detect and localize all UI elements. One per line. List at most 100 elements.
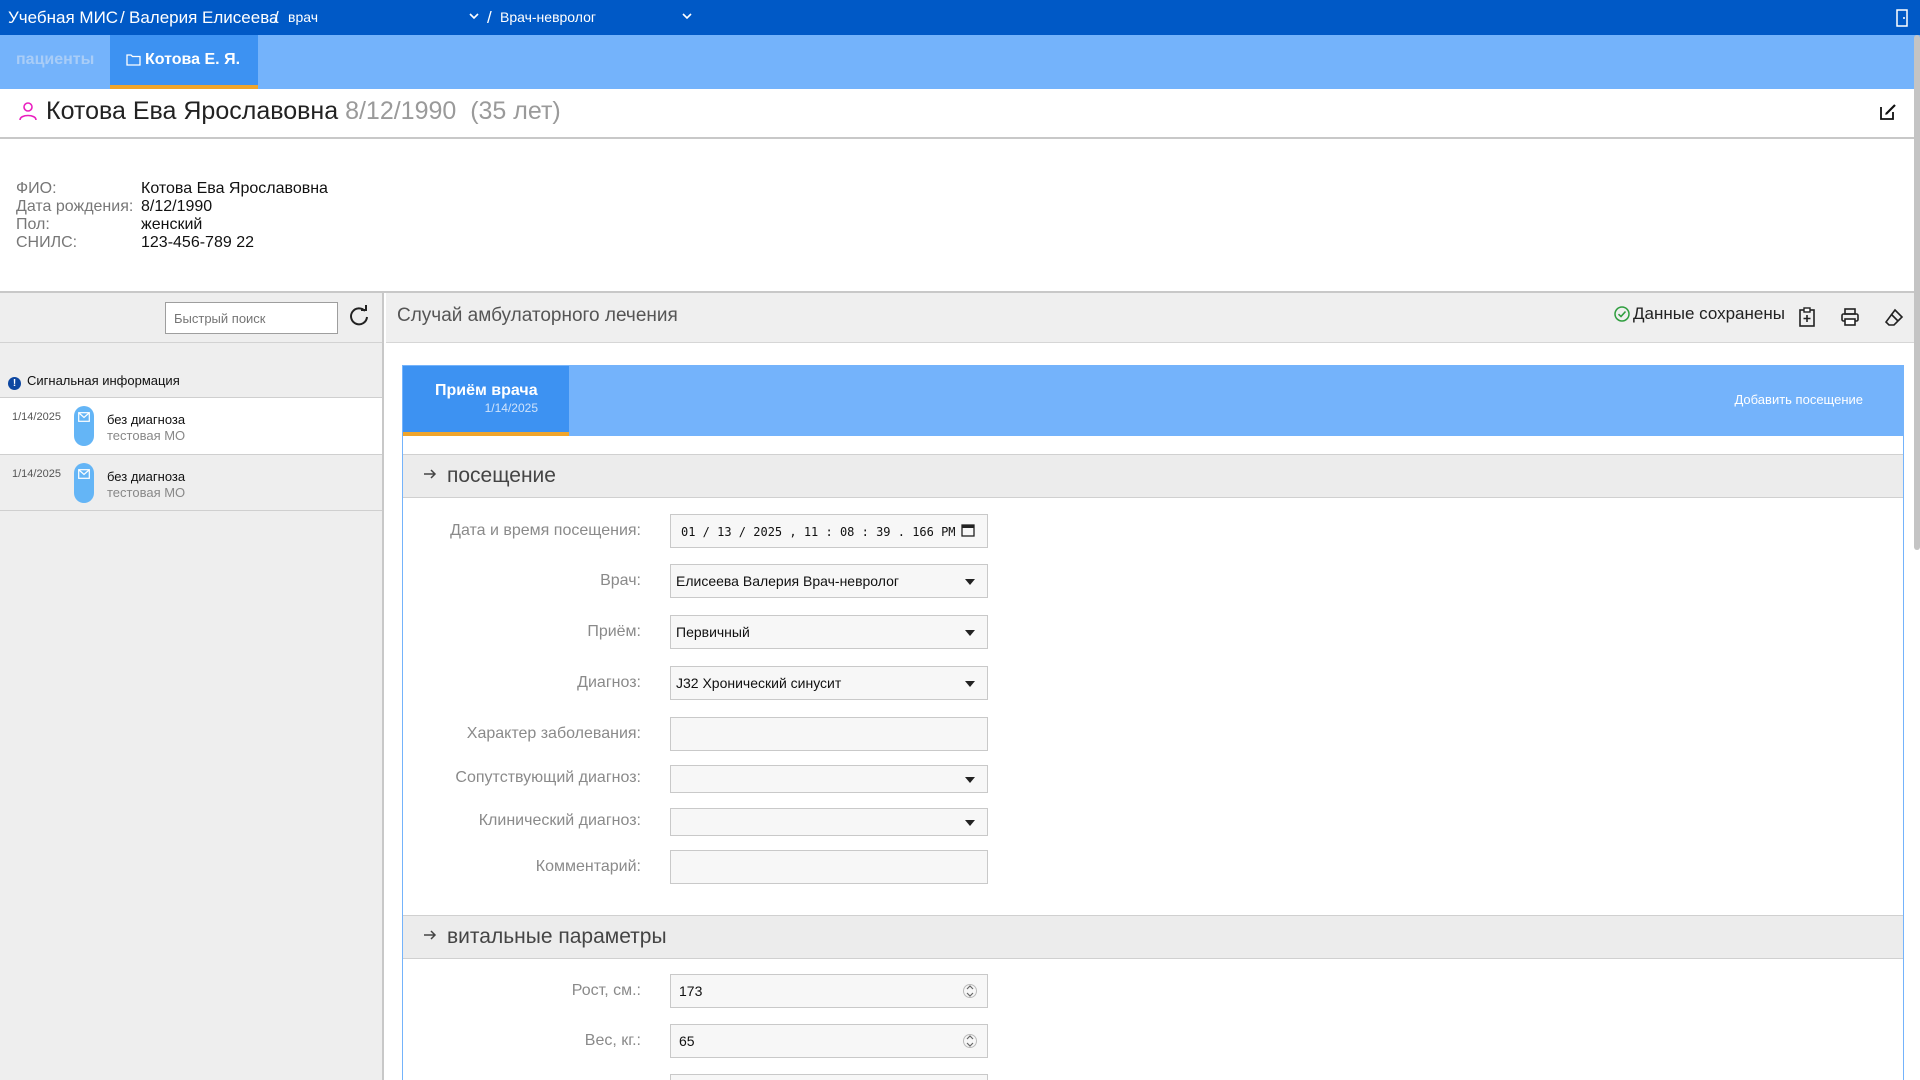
visits-sidebar: ! Сигнальная информация 1/14/2025 без диа…	[0, 293, 384, 1080]
concomitant-diagnosis-select[interactable]	[670, 765, 988, 793]
case-toolbar: Случай амбулаторного лечения Данные сохр…	[386, 293, 1918, 343]
speciality-select[interactable]: Врач-невролог	[500, 9, 596, 25]
patient-info-row: Дата рождения: 8/12/1990	[16, 198, 328, 216]
visit-status-pill	[74, 406, 94, 446]
visit-list-item[interactable]: 1/14/2025 без диагноза тестовая МО	[0, 454, 382, 511]
reception-value: Первичный	[676, 624, 750, 640]
weight-value: 65	[679, 1033, 695, 1049]
info-icon: !	[8, 377, 21, 390]
reception-row: Приём: Первичный	[403, 615, 1903, 649]
quick-search-input[interactable]	[165, 302, 338, 334]
spinner-icon[interactable]	[963, 980, 977, 1002]
breadcrumb-separator: /	[120, 8, 125, 27]
field-label: Клинический диагноз:	[478, 812, 641, 829]
section-visit-header[interactable]: посещение	[403, 454, 1903, 498]
tab-current-patient[interactable]: Котова Е. Я.	[110, 35, 258, 89]
add-visit-button[interactable]: Добавить посещение	[1734, 392, 1863, 407]
signal-info[interactable]: ! Сигнальная информация	[8, 373, 180, 390]
field-label: Сопутствующий диагноз:	[455, 769, 641, 786]
breadcrumb-separator: /	[274, 8, 279, 27]
clipboard-add-icon[interactable]	[1798, 307, 1816, 327]
height-row: Рост, см.: 173	[403, 974, 1903, 1008]
diagnosis-row: Диагноз: J32 Хронический синусит	[403, 666, 1903, 700]
top-bar: Учебная МИС / Валерия Елисеева / врач / …	[0, 0, 1920, 35]
visit-datetime-row: Дата и время посещения: 01 / 13 / 2025 ,…	[403, 514, 1903, 548]
info-value: 123-456-789 22	[141, 234, 254, 251]
tab-current-patient-label: Котова Е. Я.	[145, 51, 241, 68]
field-label: Дата и время посещения:	[450, 522, 641, 539]
caret-down-icon	[965, 630, 975, 636]
info-value: Котова Ева Ярославовна	[141, 180, 328, 197]
refresh-icon[interactable]	[348, 305, 370, 327]
section-vitals-header[interactable]: витальные параметры	[403, 915, 1903, 959]
arrow-right-icon	[424, 930, 437, 940]
patient-info-row: ФИО: Котова Ева Ярославовна	[16, 180, 328, 198]
app-title[interactable]: Учебная МИС	[8, 8, 118, 28]
patient-info: ФИО: Котова Ева Ярославовна Дата рождения…	[16, 180, 328, 252]
field-label: Характер заболевания:	[466, 725, 641, 742]
arrow-right-icon	[424, 469, 437, 479]
patient-header: Котова Ева Ярославовна 8/12/1990 (35 лет…	[0, 89, 1918, 139]
visit-datetime-input[interactable]: 01 / 13 / 2025 , 11 : 08 : 39 . 166 PM	[670, 514, 988, 548]
folder-icon	[126, 54, 141, 66]
visit-status-pill	[74, 463, 94, 503]
calendar-icon[interactable]	[961, 523, 975, 537]
signal-info-label: Сигнальная информация	[27, 373, 180, 388]
tab-patients[interactable]: пациенты	[0, 35, 110, 89]
weight-input[interactable]: 65	[670, 1024, 988, 1058]
doctor-select[interactable]: Елисеева Валерия Врач-невролог	[670, 564, 988, 598]
visit-datetime-value: 01 / 13 / 2025 , 11 : 08 : 39 . 166 PM	[681, 525, 956, 539]
height-input[interactable]: 173	[670, 974, 988, 1008]
next-field-input[interactable]	[670, 1074, 988, 1080]
print-icon[interactable]	[1840, 307, 1860, 327]
chevron-down-icon[interactable]	[681, 10, 693, 22]
page-scrollbar[interactable]	[1914, 35, 1920, 550]
exit-door-icon[interactable]	[1894, 8, 1910, 28]
visit-list-item[interactable]: 1/14/2025 без диагноза тестовая МО	[0, 397, 382, 454]
breadcrumb-separator: /	[487, 8, 492, 27]
tab-doctor-visit[interactable]: Приём врача 1/14/2025	[403, 366, 569, 436]
visit-date: 1/14/2025	[12, 411, 61, 423]
field-label: Диагноз:	[577, 674, 641, 691]
info-label: СНИЛС:	[16, 234, 78, 251]
info-label: Дата рождения:	[16, 198, 134, 215]
visit-card: Приём врача 1/14/2025 Добавить посещение…	[402, 365, 1904, 1080]
saved-status: Данные сохранены	[1614, 304, 1785, 324]
caret-down-icon	[965, 777, 975, 783]
diagnosis-select[interactable]: J32 Хронический синусит	[670, 666, 988, 700]
tab-bar: пациенты Котова Е. Я.	[0, 35, 1920, 89]
disease-character-input[interactable]	[670, 717, 988, 751]
clinical-diagnosis-select[interactable]	[670, 808, 988, 836]
visit-date: 1/14/2025	[12, 468, 61, 480]
patient-info-row: СНИЛС: 123-456-789 22	[16, 234, 328, 252]
caret-down-icon	[965, 681, 975, 687]
chevron-down-icon[interactable]	[468, 10, 480, 22]
field-label: Приём:	[587, 623, 641, 640]
doctor-visit-date: 1/14/2025	[484, 401, 538, 415]
section-visit-title: посещение	[447, 464, 556, 487]
comment-row: Комментарий:	[403, 850, 1903, 884]
info-label: Пол:	[16, 216, 50, 233]
field-label: Комментарий:	[535, 858, 641, 875]
section-vitals-title: витальные параметры	[447, 925, 667, 948]
info-value: 8/12/1990	[141, 198, 213, 215]
comment-input[interactable]	[670, 850, 988, 884]
info-value: женский	[141, 216, 203, 233]
patient-title: Котова Ева Ярославовна 8/12/1990 (35 лет…	[46, 97, 561, 126]
edit-icon[interactable]	[1878, 102, 1898, 122]
visit-organization: тестовая МО	[107, 428, 186, 443]
info-label: ФИО:	[16, 180, 57, 197]
weight-row: Вес, кг.: 65	[403, 1024, 1903, 1058]
diagnosis-value: J32 Хронический синусит	[676, 675, 842, 691]
reception-select[interactable]: Первичный	[670, 615, 988, 649]
eraser-icon[interactable]	[1884, 307, 1904, 327]
role-select[interactable]: врач	[288, 9, 318, 25]
height-value: 173	[679, 983, 703, 999]
spinner-icon[interactable]	[963, 1030, 977, 1052]
caret-down-icon	[965, 820, 975, 826]
patient-full-name: Котова Ева Ярославовна	[46, 97, 339, 125]
visit-organization: тестовая МО	[107, 485, 186, 500]
field-label: Врач:	[600, 572, 641, 589]
user-name[interactable]: Валерия Елисеева	[129, 8, 279, 28]
visit-list: 1/14/2025 без диагноза тестовая МО 1/14/…	[0, 397, 382, 511]
